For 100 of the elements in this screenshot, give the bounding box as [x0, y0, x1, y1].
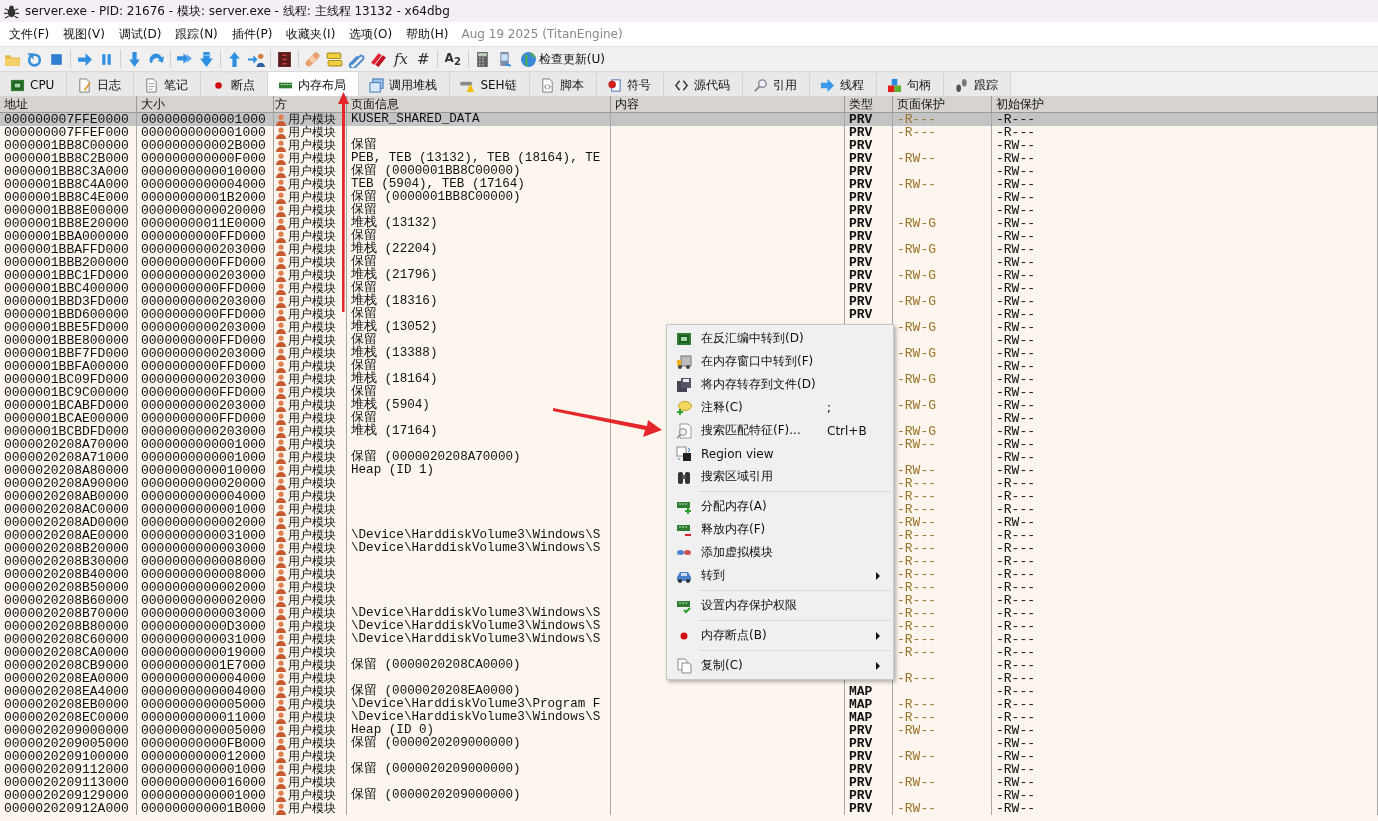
table-cell: -RW--	[996, 386, 1035, 399]
tab[interactable]: 引用	[742, 72, 810, 96]
tab[interactable]: 脚本	[529, 72, 597, 96]
tab[interactable]: 线程	[809, 72, 877, 96]
table-cell: -RW--	[996, 425, 1035, 438]
menu-item[interactable]: 跟踪(N)	[168, 25, 225, 43]
table-cell: 0000000000001000	[141, 113, 266, 126]
menu-item[interactable]: 分配内存(A)	[667, 495, 893, 518]
down-arrow-icon[interactable]	[198, 50, 215, 68]
user-icon	[275, 477, 287, 490]
menu-item[interactable]: 添加虚拟模块	[667, 541, 893, 564]
restart-icon[interactable]	[26, 50, 43, 68]
table-cell: 0000000000001000	[141, 763, 266, 776]
table-cell: 0000000000FFD000	[141, 256, 266, 269]
check-update-button[interactable]: 检查更新(U)	[517, 50, 607, 68]
table-cell: -RW-G	[897, 399, 936, 412]
table-cell: 用户模块	[288, 490, 336, 503]
table-cell: 用户模块	[288, 750, 336, 763]
table-cell: -R---	[996, 477, 1035, 490]
table-cell: 00000000001E7000	[141, 659, 266, 672]
table-cell: 用户模块	[288, 581, 336, 594]
user-icon	[275, 529, 287, 542]
user-icon	[275, 230, 287, 243]
user-icon	[275, 295, 287, 308]
table-cell: 0000000000FFD000	[141, 230, 266, 243]
menu-item[interactable]: 调试(D)	[111, 25, 169, 43]
table-cell: 0000020209000000	[4, 724, 129, 737]
table-cell: 用户模块	[288, 178, 336, 191]
table-cell: -RW--	[996, 464, 1035, 477]
menu-item[interactable]: 搜索区域引用	[667, 465, 893, 488]
hash-button[interactable]: #	[415, 50, 432, 68]
table-cell: 0000020208EA4000	[4, 685, 129, 698]
table-cell: -RW--	[996, 789, 1035, 802]
tab[interactable]: 跟踪	[943, 72, 1011, 96]
table-cell: 00000000011E0000	[141, 217, 266, 230]
user-icon	[275, 113, 287, 126]
shortcut-text: ;	[827, 400, 832, 415]
table-cell: \Device\HarddiskVolume3\Windows\S	[351, 633, 601, 646]
table-cell: PRV	[849, 165, 873, 178]
table-cell: -R---	[996, 594, 1035, 607]
table-cell: -R---	[996, 646, 1035, 659]
table-cell: 000000000001B000	[141, 802, 266, 815]
menu-item[interactable]: 收藏夹(I)	[279, 25, 343, 43]
tab[interactable]: CPU	[0, 72, 68, 96]
table-cell: 0000000000002000	[141, 516, 266, 529]
menu-item[interactable]: 文件(F)	[2, 25, 57, 43]
tab[interactable]: 断点	[201, 72, 269, 96]
menu-item[interactable]: 插件(P)	[224, 25, 280, 43]
user-icon	[275, 620, 287, 633]
table-cell: 0000000000203000	[141, 347, 266, 360]
tab[interactable]: 日志	[67, 72, 135, 96]
table-cell: 0000020209100000	[4, 750, 129, 763]
tab[interactable]: 符号	[596, 72, 664, 96]
table-cell: 用户模块	[288, 282, 336, 295]
table-cell: 0000020208A90000	[4, 477, 129, 490]
table-cell: 0000000000203000	[141, 399, 266, 412]
table-cell: 0000000000001000	[141, 126, 266, 139]
tab[interactable]: SEH链	[450, 72, 530, 96]
table-cell: 用户模块	[288, 399, 336, 412]
menu-item[interactable]: 选项(O)	[342, 25, 400, 43]
menu-item[interactable]: 设置内存保护权限	[667, 594, 893, 617]
menu-item[interactable]: 内存断点(B)	[667, 624, 893, 647]
table-cell: 用户模块	[288, 633, 336, 646]
table-cell: 0000000000203000	[141, 321, 266, 334]
user-icon	[275, 737, 287, 750]
tab[interactable]: 调用堆栈	[359, 72, 451, 96]
table-cell: -RW--	[996, 347, 1035, 360]
table-cell: -RW-G	[897, 321, 936, 334]
font-size-button[interactable]: A$_{2}$	[442, 50, 463, 68]
menu-item[interactable]: 视图(V)	[56, 25, 112, 43]
table-cell: 用户模块	[288, 308, 336, 321]
function-button[interactable]: fx	[392, 50, 410, 68]
tab[interactable]: 内存布局	[268, 72, 360, 96]
tab[interactable]: 笔记	[134, 72, 202, 96]
table-cell: 0000000000FFD000	[141, 282, 266, 295]
table-cell: -R---	[897, 711, 936, 724]
table-cell: 用户模块	[288, 607, 336, 620]
menu-item[interactable]: 转到	[667, 564, 893, 587]
table-cell: -RW--	[996, 308, 1035, 321]
table-cell: 0000000000004000	[141, 490, 266, 503]
table-cell: 0000001BBC400000	[4, 282, 129, 295]
tag-icon[interactable]	[370, 50, 387, 68]
note-icon[interactable]	[326, 50, 343, 68]
user-icon	[275, 256, 287, 269]
table-cell: 0000000000010000	[141, 464, 266, 477]
table-cell: 0000001BBD600000	[4, 308, 129, 321]
user-icon	[275, 308, 287, 321]
table-row[interactable]: 000000007FFE0000 0000000000001000 用户模块 KUSER_SHARED_DATA PRV -R--- -R---	[0, 113, 1378, 126]
menu-item[interactable]: 帮助(H)	[399, 25, 456, 43]
chip-icon	[676, 330, 692, 347]
table-cell: 0000001BB8C4E000	[4, 191, 129, 204]
user-icon	[275, 243, 287, 256]
table-cell: -R---	[996, 659, 1035, 672]
table-cell: 用户模块	[288, 464, 336, 477]
tab[interactable]: 源代码	[663, 72, 743, 96]
script-icon[interactable]	[276, 50, 293, 68]
user-icon	[275, 282, 287, 295]
table-cell: 0000000000020000	[141, 204, 266, 217]
tab[interactable]: 句柄	[876, 72, 944, 96]
user-icon	[275, 763, 287, 776]
